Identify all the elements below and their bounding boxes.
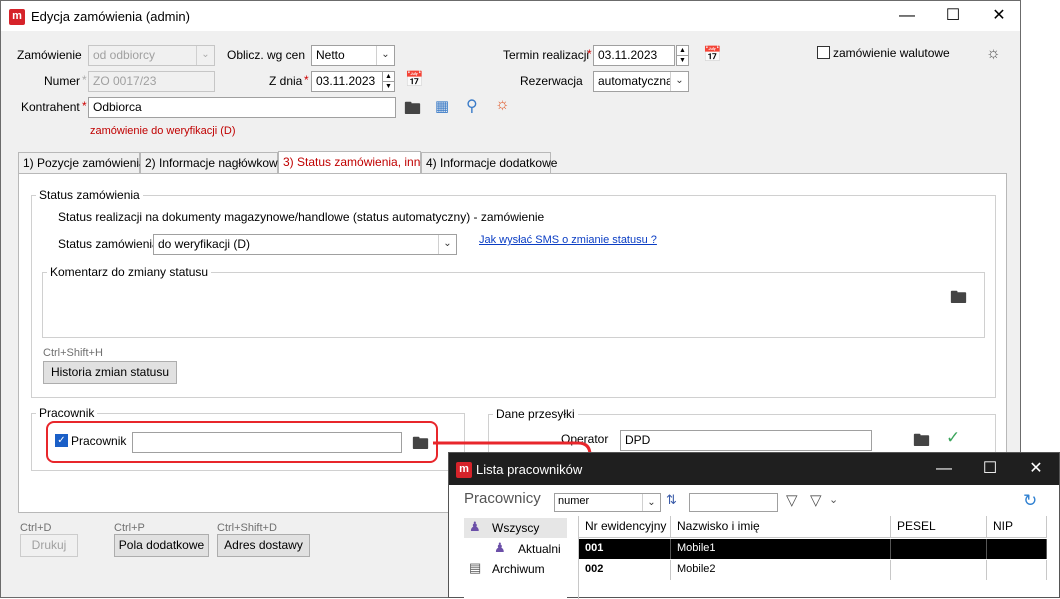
refresh-icon[interactable]: ↻: [1023, 491, 1037, 511]
nav-item-all[interactable]: ♟ Wszyscy: [464, 518, 567, 538]
popup-heading: Pracownicy: [464, 490, 541, 507]
cell-pesel: [891, 539, 987, 559]
cell-nip: [987, 560, 1047, 580]
popup-title: Lista pracowników: [476, 462, 583, 477]
nav-item-current[interactable]: ♟ Aktualni: [464, 539, 567, 559]
cell-number: 002: [579, 560, 671, 580]
popup-title-bar: m Lista pracowników — ☐ ✕: [449, 453, 1059, 485]
nav-item-archive-label: Archiwum: [492, 562, 545, 576]
user-icon: ♟: [494, 540, 506, 555]
archive-icon: ▤: [469, 560, 482, 575]
nav-item-archive[interactable]: ▤ Archiwum: [464, 559, 567, 579]
close-icon[interactable]: ✕: [1013, 454, 1059, 484]
chevron-down-icon: ⌄: [642, 494, 660, 511]
employee-list-window: m Lista pracowników — ☐ ✕ Pracownicy num…: [448, 452, 1060, 599]
column-header-pesel[interactable]: PESEL: [891, 516, 987, 538]
popup-search-input[interactable]: [689, 493, 778, 512]
table-row[interactable]: 002 Mobile2: [579, 560, 1047, 580]
column-header-name[interactable]: Nazwisko i imię: [671, 516, 891, 538]
nav-item-current-label: Aktualni: [518, 542, 561, 556]
employee-grid: Nr ewidencyjny Nazwisko i imię PESEL NIP…: [578, 516, 1047, 599]
sort-field-value: numer: [558, 495, 590, 507]
users-icon: ♟: [469, 519, 481, 534]
cell-pesel: [891, 560, 987, 580]
maximize-icon[interactable]: ☐: [967, 454, 1013, 484]
table-row[interactable]: 001 Mobile1: [579, 539, 1047, 559]
filter-icon[interactable]: ▽: [786, 491, 798, 509]
minimize-icon[interactable]: —: [921, 454, 967, 484]
app-logo-icon: m: [456, 462, 472, 478]
cell-nip: [987, 539, 1047, 559]
chevron-down-icon[interactable]: ⌄: [829, 493, 838, 506]
clear-filter-icon[interactable]: ▽: [810, 491, 822, 509]
column-header-nip[interactable]: NIP: [987, 516, 1047, 538]
sort-order-icon[interactable]: ⇅: [666, 492, 677, 508]
cell-number: 001: [579, 539, 671, 559]
column-header-number[interactable]: Nr ewidencyjny: [579, 516, 671, 538]
sort-field-combo[interactable]: numer ⌄: [554, 493, 661, 512]
popup-nav: ♟ Wszyscy ♟ Aktualni ▤ Archiwum: [464, 518, 567, 599]
cell-name: Mobile1: [671, 539, 891, 559]
nav-item-all-label: Wszyscy: [492, 521, 540, 535]
cell-name: Mobile2: [671, 560, 891, 580]
